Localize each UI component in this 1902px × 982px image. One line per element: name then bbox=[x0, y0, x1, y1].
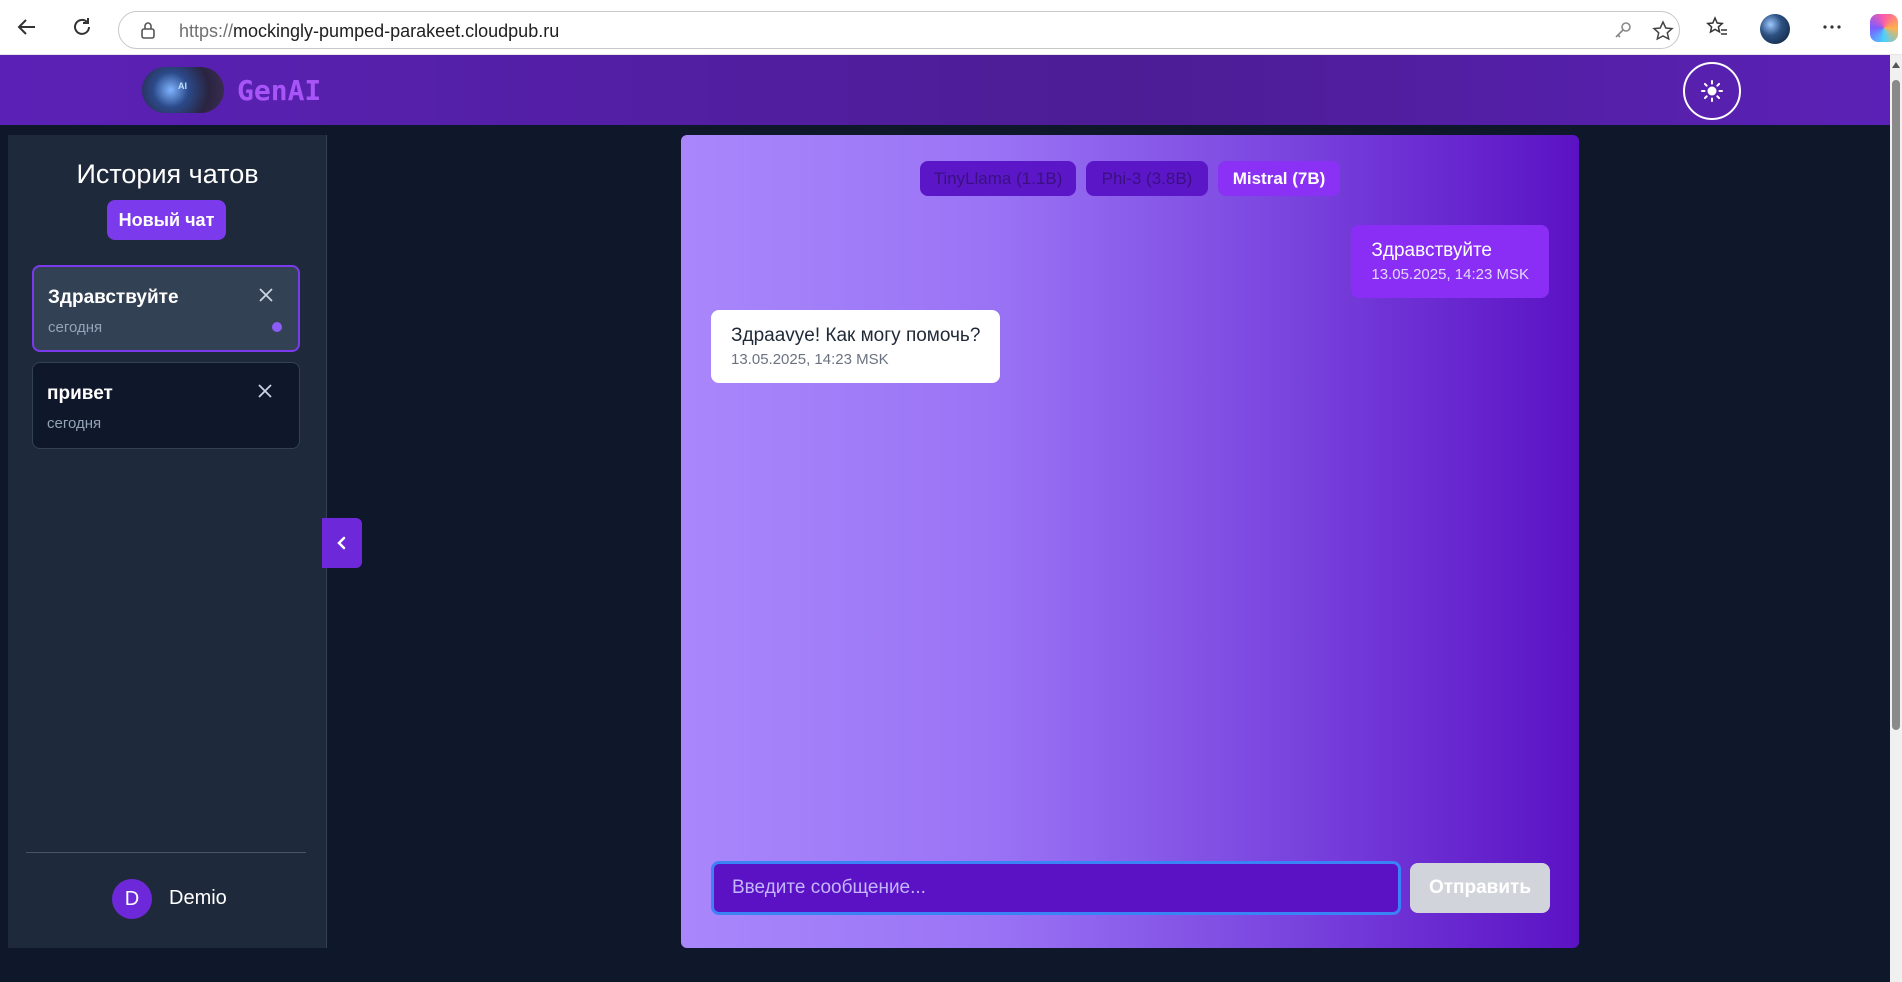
active-indicator-dot bbox=[272, 322, 282, 332]
message-text: Здpaavye! Как могу помочь? bbox=[731, 325, 981, 346]
chat-item[interactable]: привет сегодня bbox=[32, 362, 300, 449]
chat-history-sidebar: История чатов Новый чат Здравствуйте сег… bbox=[8, 135, 327, 948]
favorites-icon[interactable] bbox=[1702, 12, 1732, 42]
divider bbox=[26, 852, 306, 853]
star-icon[interactable] bbox=[1652, 20, 1674, 42]
scroll-up-arrow-icon[interactable] bbox=[1892, 62, 1900, 68]
close-icon[interactable] bbox=[255, 381, 275, 401]
reload-icon[interactable] bbox=[67, 12, 97, 42]
model-button-mistral[interactable]: Mistral (7B) bbox=[1218, 161, 1340, 196]
collapse-sidebar-button[interactable] bbox=[322, 518, 362, 568]
theme-toggle-button[interactable] bbox=[1683, 62, 1741, 120]
model-button-phi3[interactable]: Phi-3 (3.8B) bbox=[1086, 161, 1208, 196]
lock-icon bbox=[141, 22, 155, 39]
chat-title: привет bbox=[47, 383, 113, 404]
message-text: Здравствуйте bbox=[1371, 240, 1492, 261]
chat-item-active[interactable]: Здравствуйте сегодня bbox=[32, 265, 300, 352]
key-icon[interactable] bbox=[1612, 20, 1634, 42]
model-button-tinyllama[interactable]: TinyLlama (1.1B) bbox=[920, 161, 1076, 196]
profile-avatar[interactable] bbox=[1760, 14, 1790, 44]
scrollbar-thumb[interactable] bbox=[1892, 80, 1900, 730]
logo-image: AI bbox=[142, 67, 224, 113]
browser-toolbar: https://mockingly-pumped-parakeet.cloudp… bbox=[0, 0, 1902, 55]
sidebar-title: История чатов bbox=[76, 159, 259, 189]
copilot-icon[interactable] bbox=[1870, 14, 1898, 42]
chat-date: сегодня bbox=[48, 319, 103, 336]
close-icon[interactable] bbox=[256, 285, 276, 305]
chat-panel: TinyLlama (1.1B) Phi-3 (3.8B) Mistral (7… bbox=[681, 135, 1579, 948]
app-header: AI GenAI bbox=[0, 55, 1890, 125]
brand-name: GenAI bbox=[237, 74, 322, 107]
send-button[interactable]: Отправить bbox=[1410, 863, 1550, 913]
chat-date: сегодня bbox=[47, 415, 102, 432]
address-bar[interactable]: https://mockingly-pumped-parakeet.cloudp… bbox=[118, 11, 1680, 49]
message-timestamp: 13.05.2025, 14:23 MSK bbox=[731, 351, 889, 368]
more-options-icon[interactable] bbox=[1817, 12, 1847, 42]
chat-title: Здравствуйте bbox=[48, 287, 179, 308]
user-avatar[interactable]: D bbox=[112, 879, 152, 919]
assistant-message: Здpaavye! Как могу помочь? 13.05.2025, 1… bbox=[711, 310, 1001, 383]
user-message: Здравствуйте 13.05.2025, 14:23 MSK bbox=[1351, 225, 1549, 298]
chevron-left-icon bbox=[337, 536, 346, 550]
new-chat-button[interactable]: Новый чат bbox=[107, 200, 226, 240]
user-name: Demio bbox=[169, 887, 227, 909]
message-timestamp: 13.05.2025, 14:23 MSK bbox=[1371, 266, 1529, 283]
message-input[interactable] bbox=[711, 861, 1401, 915]
sun-icon bbox=[1701, 80, 1723, 102]
url-text: https://mockingly-pumped-parakeet.cloudp… bbox=[179, 21, 560, 41]
back-arrow-icon[interactable] bbox=[12, 12, 42, 42]
